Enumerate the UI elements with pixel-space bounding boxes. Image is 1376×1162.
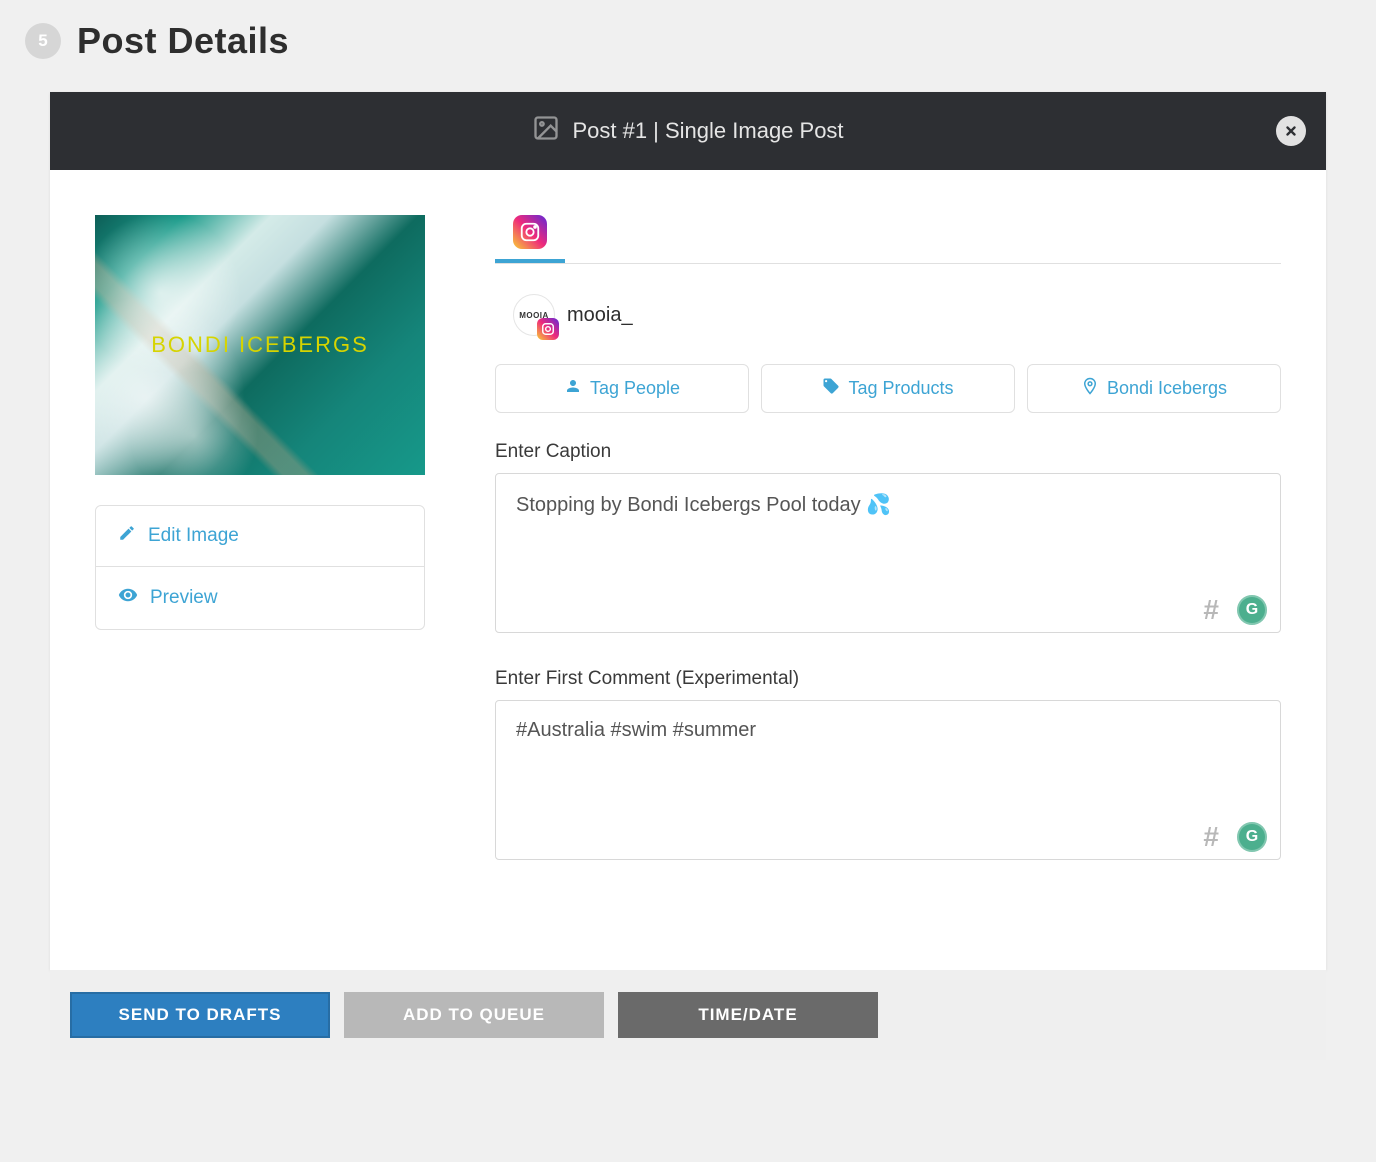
tag-products-button[interactable]: Tag Products bbox=[761, 364, 1015, 413]
instagram-badge-icon bbox=[537, 318, 559, 340]
person-icon bbox=[564, 377, 582, 400]
platform-tabs bbox=[495, 215, 1281, 264]
first-comment-input[interactable] bbox=[495, 700, 1281, 860]
caption-input[interactable] bbox=[495, 473, 1281, 633]
tab-instagram[interactable] bbox=[495, 215, 565, 263]
instagram-icon bbox=[513, 215, 547, 249]
post-card: Post #1 | Single Image Post BONDI ICEBER… bbox=[50, 92, 1326, 970]
first-comment-label: Enter First Comment (Experimental) bbox=[495, 668, 1281, 690]
account-name: mooia_ bbox=[567, 304, 633, 327]
hashtag-icon[interactable]: # bbox=[1203, 821, 1219, 853]
location-pin-icon bbox=[1081, 377, 1099, 400]
location-label: Bondi Icebergs bbox=[1107, 378, 1227, 399]
location-button[interactable]: Bondi Icebergs bbox=[1027, 364, 1281, 413]
account-row: MOOIA mooia_ bbox=[495, 284, 1281, 364]
edit-image-button[interactable]: Edit Image bbox=[96, 506, 424, 566]
card-header-title: Post #1 | Single Image Post bbox=[572, 118, 843, 144]
image-icon bbox=[532, 114, 560, 148]
caption-label: Enter Caption bbox=[495, 441, 1281, 463]
tag-people-label: Tag People bbox=[590, 378, 680, 399]
tag-people-button[interactable]: Tag People bbox=[495, 364, 749, 413]
pencil-icon bbox=[118, 524, 136, 548]
preview-label: Preview bbox=[150, 587, 218, 609]
grammarly-icon[interactable]: G bbox=[1237, 822, 1267, 852]
eye-icon bbox=[118, 585, 138, 611]
post-thumbnail[interactable]: BONDI ICEBERGS bbox=[95, 215, 425, 475]
send-to-drafts-button[interactable]: SEND TO DRAFTS bbox=[70, 992, 330, 1038]
close-button[interactable] bbox=[1276, 116, 1306, 146]
hashtag-icon[interactable]: # bbox=[1203, 594, 1219, 626]
preview-button[interactable]: Preview bbox=[96, 566, 424, 629]
edit-image-label: Edit Image bbox=[148, 525, 239, 547]
add-to-queue-button[interactable]: ADD TO QUEUE bbox=[344, 992, 604, 1038]
footer-actions: SEND TO DRAFTS ADD TO QUEUE TIME/DATE bbox=[50, 970, 1326, 1060]
tag-icon bbox=[822, 377, 840, 400]
time-date-button[interactable]: TIME/DATE bbox=[618, 992, 878, 1038]
thumbnail-overlay-text: BONDI ICEBERGS bbox=[151, 332, 368, 358]
card-header: Post #1 | Single Image Post bbox=[50, 92, 1326, 170]
tag-products-label: Tag Products bbox=[848, 378, 953, 399]
page-header: 5 Post Details bbox=[25, 20, 1351, 62]
grammarly-icon[interactable]: G bbox=[1237, 595, 1267, 625]
page-title: Post Details bbox=[77, 20, 289, 62]
step-badge: 5 bbox=[25, 23, 61, 59]
